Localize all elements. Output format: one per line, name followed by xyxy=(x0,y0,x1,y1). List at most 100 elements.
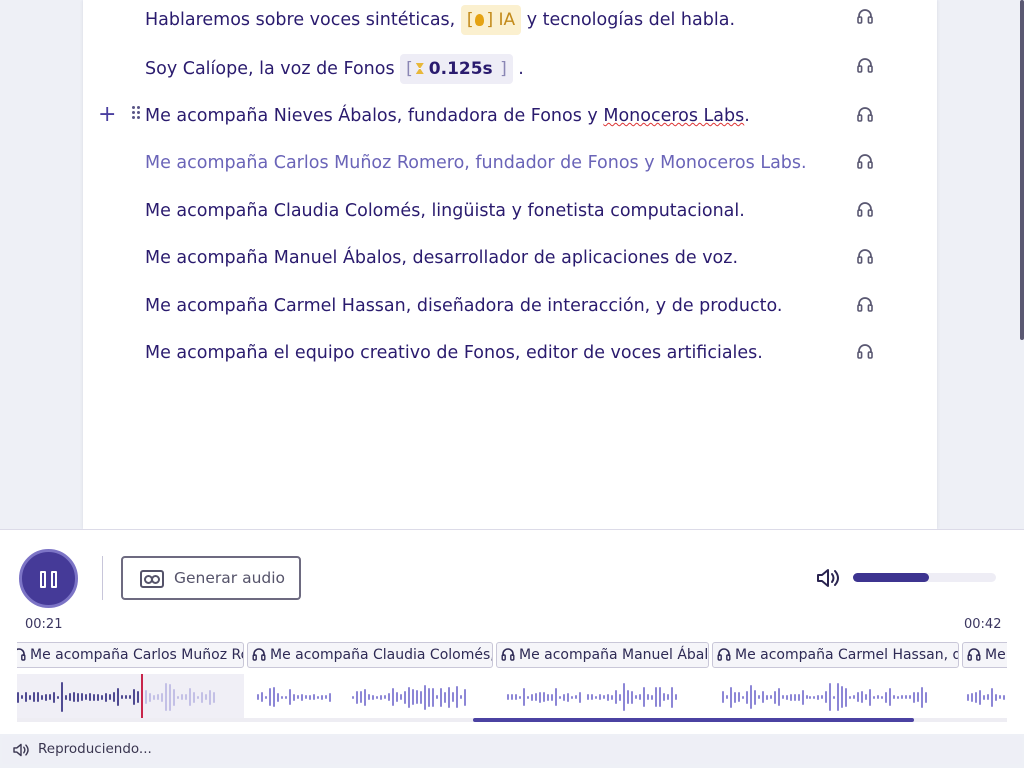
listen-line-button[interactable] xyxy=(856,56,876,76)
waveform-bar xyxy=(655,687,657,707)
text-line[interactable]: Me acompaña el equipo creativo de Fonos,… xyxy=(145,341,763,365)
waveform-bar xyxy=(722,691,724,703)
waveform-bar xyxy=(169,683,171,711)
waveform-bar xyxy=(17,691,19,703)
line-text: . xyxy=(512,59,524,79)
waveform-bar xyxy=(515,694,517,700)
timeline-scroll-thumb[interactable] xyxy=(473,718,914,722)
listen-line-button[interactable] xyxy=(856,7,876,27)
waveform-bar xyxy=(813,695,815,699)
waveform-bar xyxy=(742,695,744,699)
waveform-bar xyxy=(89,693,91,701)
waveform-bar xyxy=(750,685,752,709)
waveform-bar xyxy=(436,695,438,699)
text-line[interactable]: Me acompaña Manuel Ábalos, desarrollador… xyxy=(145,246,738,270)
text-line[interactable]: Hablaremos sobre voces sintéticas, [] IA… xyxy=(145,5,735,35)
clip-label: Me acompaña Carmel Hassan, diseñadora de… xyxy=(735,647,958,663)
tag-bracket: [ xyxy=(466,10,474,30)
waveform-bar xyxy=(983,694,985,700)
waveform-bar xyxy=(671,686,673,708)
waveform-bar xyxy=(987,694,989,700)
waveform-bar xyxy=(579,691,581,703)
text-line[interactable]: Me acompaña Nieves Ábalos, fundadora de … xyxy=(145,104,750,128)
waveform-bar xyxy=(205,694,207,700)
waveform-bar xyxy=(157,694,159,700)
waveform-bar xyxy=(197,695,199,699)
waveform-bar xyxy=(774,690,776,704)
text-line[interactable]: Me acompaña Carmel Hassan, diseñadora de… xyxy=(145,294,782,318)
clip-item[interactable]: Me acompaña el equipo creativo de Fonos,… xyxy=(962,642,1007,668)
listen-line-button[interactable] xyxy=(856,295,876,315)
waveform-bar xyxy=(213,691,215,703)
waveform-bar xyxy=(456,686,458,708)
headphones-icon xyxy=(857,154,873,169)
waveform-bar xyxy=(869,688,871,706)
waveform-bar xyxy=(408,686,410,708)
waveform-bar xyxy=(643,687,645,707)
timeline-scrollbar[interactable] xyxy=(17,718,1007,722)
waveform-bar xyxy=(269,688,271,706)
waveform-bar xyxy=(762,691,764,703)
headphones-icon xyxy=(857,249,873,264)
listen-line-button[interactable] xyxy=(856,105,876,125)
waveform-bar xyxy=(821,695,823,699)
waveform-bar xyxy=(137,691,139,703)
waveform-bar xyxy=(428,687,430,707)
headphones-icon xyxy=(17,648,26,661)
volume-slider[interactable] xyxy=(853,573,996,582)
listen-line-button[interactable] xyxy=(856,200,876,220)
voice-tag-ia[interactable]: [] IA xyxy=(460,5,522,35)
volume-icon[interactable] xyxy=(816,568,840,588)
pause-icon xyxy=(40,571,46,588)
vertical-scrollbar[interactable] xyxy=(1020,0,1024,340)
tag-bracket: ] xyxy=(500,59,507,79)
waveform-bar xyxy=(663,693,665,701)
pause-button[interactable] xyxy=(19,549,78,608)
waveform-bar xyxy=(61,682,63,712)
listen-line-button[interactable] xyxy=(856,152,876,172)
waveform-bar xyxy=(372,694,374,700)
clip-item[interactable]: Me acompaña Carlos Muñoz Romero, fundado… xyxy=(17,642,244,668)
waveform[interactable] xyxy=(17,674,1007,720)
waveform-bar xyxy=(615,690,617,704)
playhead[interactable] xyxy=(141,674,143,720)
waveform-bar xyxy=(77,692,79,702)
listen-line-button[interactable] xyxy=(856,247,876,267)
clip-item[interactable]: Me acompaña Carmel Hassan, diseñadora de… xyxy=(712,642,959,668)
generate-audio-button[interactable]: Generar audio xyxy=(121,556,301,600)
waveform-bar xyxy=(999,695,1001,699)
line-text: y tecnologías del habla. xyxy=(521,10,736,30)
headphones-icon xyxy=(857,107,873,122)
drag-handle-icon[interactable] xyxy=(132,106,142,124)
tag-label: IA xyxy=(498,10,516,30)
waveform-bar xyxy=(121,695,123,699)
waveform-bar xyxy=(635,695,637,699)
waveform-bar xyxy=(105,692,107,702)
waveform-bar xyxy=(746,690,748,704)
text-line[interactable]: Me acompaña Claudia Colomés, lingüista y… xyxy=(145,199,745,223)
waveform-bar xyxy=(313,694,315,700)
waveform-bar xyxy=(53,691,55,703)
text-line-selected[interactable]: Me acompaña Carlos Muñoz Romero, fundado… xyxy=(145,151,807,175)
spelling-error[interactable]: Monoceros Labs xyxy=(603,106,744,126)
waveform-bar xyxy=(563,693,565,701)
line-text: . xyxy=(744,106,750,126)
text-line[interactable]: Soy Calíope, la voz de Fonos [0.125s ] . xyxy=(145,54,524,84)
waveform-bar xyxy=(113,692,115,702)
waveform-bar xyxy=(603,695,605,699)
headphones-icon xyxy=(857,58,873,73)
add-line-button[interactable]: + xyxy=(98,104,116,126)
clip-track: Me acompaña Carlos Muñoz Romero, fundado… xyxy=(17,642,1007,668)
headphones-icon xyxy=(252,648,266,661)
waveform-bar xyxy=(193,691,195,703)
clip-item[interactable]: Me acompaña Manuel Ábalos, desarrollador… xyxy=(496,642,709,668)
ear-icon xyxy=(475,14,485,26)
waveform-bar xyxy=(432,687,434,707)
waveform-bar xyxy=(416,690,418,704)
waveform-bar xyxy=(265,695,267,699)
pause-tag[interactable]: [0.125s ] xyxy=(400,54,513,84)
listen-line-button[interactable] xyxy=(856,342,876,362)
clip-item[interactable]: Me acompaña Claudia Colomés, lingüista y… xyxy=(247,642,493,668)
waveform-bar xyxy=(833,695,835,699)
waveform-bar xyxy=(527,695,529,699)
